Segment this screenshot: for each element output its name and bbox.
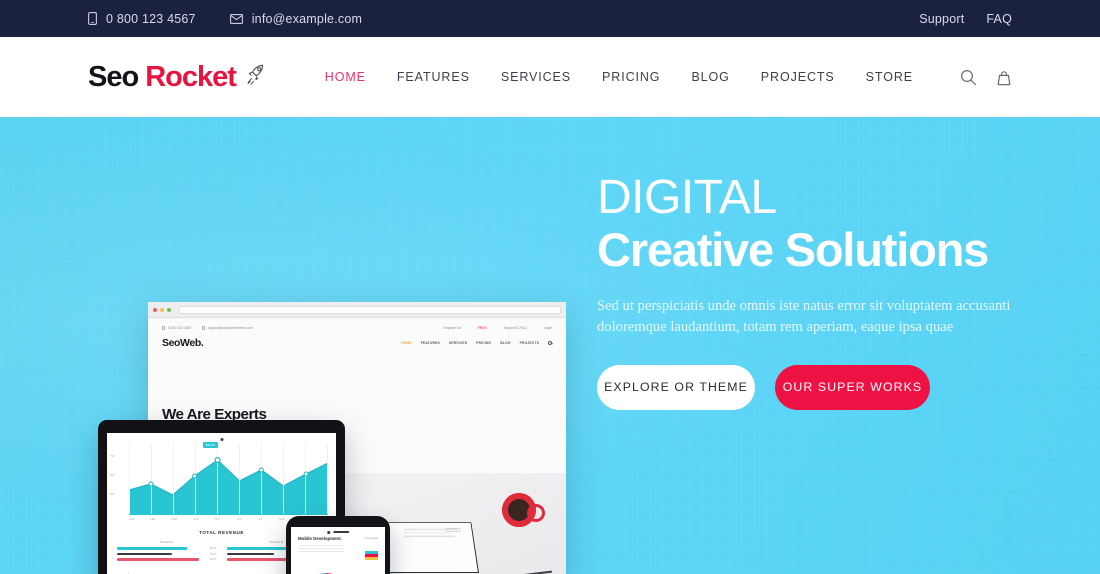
inner-login-link: Login [543,326,552,330]
explore-theme-button[interactable]: EXPLORE OR THEME [597,364,755,410]
inner-nav-projects: PROJECTS [519,341,539,345]
hero-content: DIGITAL Creative Solutions Sed ut perspi… [597,173,1037,410]
inner-phone-contact: 0 800 123 4567 [162,326,192,330]
area-chart-plot: $68,452 [128,442,329,515]
browser-address-bar[interactable] [179,305,561,314]
inner-topbar-links: Register for FREE Support & FAQ Login [443,326,552,330]
nav-item-store[interactable]: STORE [866,70,913,84]
inner-phone-text: 0 800 123 4567 [168,326,192,330]
hero-cta-row: EXPLORE OR THEME OUR SUPER WORKS [597,364,1037,410]
header-icons [960,69,1012,86]
inner-email-text: support@seoconfthemes.com [207,326,253,330]
area-x-tick-5: JUN [236,518,242,521]
browser-close-dot [153,307,157,312]
main-navigation: HOME FEATURES SERVICES PRICING BLOG PROJ… [325,69,1012,86]
top-bar-contacts: 0 800 123 4567 info@example.com [88,12,362,26]
phone-contact[interactable]: 0 800 123 4567 [88,12,196,26]
coffee-cup [502,493,545,527]
area-chart-y-labels: 75k 50k 25k [110,447,115,504]
phone-corner-label: Free Usage [364,537,378,540]
logo-text-rocket: Rocket [145,60,237,93]
inner-nav-blog: BLOG [500,341,511,345]
site-logo[interactable]: Seo Rocket [88,61,268,94]
site-header: Seo Rocket HOME FEATURES SERVICES PRICING… [0,37,1100,117]
inner-nav-home: HOME [401,341,412,345]
top-bar-links: Support FAQ [919,12,1012,26]
phone-screen: Mobile Development. Free Usage ✕Statisti… [291,527,385,574]
area-x-tick-7: AUG [279,518,285,521]
area-y-tick-2: 25k [110,492,115,496]
inner-email-contact: support@seoconfthemes.com [201,326,253,330]
nav-item-services[interactable]: SERVICES [501,70,571,84]
inner-topbar: 0 800 123 4567 support@seoconfthemes.com… [148,318,566,330]
area-y-tick-1: 50k [110,473,115,477]
browser-chrome-bar [148,302,566,318]
envelope-icon [229,13,243,24]
product-a-column: Product A $5322 $3711 $6828 [117,540,217,564]
area-x-tick-0: JAN [129,518,134,521]
inner-phone-icon [162,326,165,330]
area-x-tick-1: FEB [150,518,156,521]
area-x-tick-2: MAR [171,518,178,521]
laptop-button [445,527,461,532]
nav-item-blog[interactable]: BLOG [691,70,729,84]
hero-section: 0 800 123 4567 support@seoconfthemes.com… [0,117,1100,574]
inner-support-link: Support & FAQ [503,326,527,330]
top-bar: 0 800 123 4567 info@example.com Support … [0,0,1100,37]
product-a-value-3: $6828 [209,558,217,561]
inner-navigation: HOME FEATURES SERVICES PRICING BLOG PROJ… [401,341,552,345]
hero-mockup-composition: 0 800 123 4567 support@seoconfthemes.com… [98,302,566,574]
nav-item-home[interactable]: HOME [325,70,366,84]
inner-logo: SeoWeb. [162,337,204,349]
email-contact[interactable]: info@example.com [229,11,363,26]
rocket-icon [246,61,268,94]
area-x-tick-6: JUL [258,518,263,521]
product-a-bar-1: $5322 [117,547,217,550]
phone-speaker [327,531,349,534]
area-chart-points [148,457,309,487]
area-chart: 75k 50k 25k $68,452 JAN FEB MAR APR MAY … [107,433,336,521]
inner-nav-pricing: PRICING [476,341,492,345]
area-chart-tooltip: $68,452 [202,442,219,448]
nav-item-features[interactable]: FEATURES [397,70,470,84]
email-address: info@example.com [251,11,363,26]
hero-paragraph: Sed ut perspiciatis unde omnis iste natu… [597,298,1011,335]
hero-title-line-1: DIGITAL [597,171,777,224]
logo-text-seo: Seo [88,60,139,93]
shopping-bag-icon[interactable] [996,69,1012,86]
inner-search-icon [548,341,552,345]
search-icon[interactable] [960,69,977,86]
phone-color-flag [365,551,378,560]
nav-item-pricing[interactable]: PRICING [602,70,660,84]
product-a-value-1: $5322 [209,547,217,550]
area-x-tick-3: APR [193,518,199,521]
inner-envelope-icon [201,326,205,330]
product-a-value-2: $3711 [210,552,217,556]
support-link[interactable]: Support [919,12,964,26]
faq-link[interactable]: FAQ [986,12,1012,26]
inner-register-free: FREE [477,326,487,330]
inner-nav-services: SERVICES [448,341,468,345]
nav-item-projects[interactable]: PROJECTS [761,70,835,84]
mobile-phone-icon [88,12,97,25]
browser-minimize-dot [160,307,164,312]
super-works-button[interactable]: OUR SUPER WORKS [775,364,930,410]
inner-header: SeoWeb. HOME FEATURES SERVICES PRICING B… [148,330,566,349]
area-x-tick-4: MAY [215,518,221,521]
phone-number: 0 800 123 4567 [106,11,196,26]
browser-maximize-dot [167,307,171,312]
inner-register-label: Register for [443,326,461,330]
inner-nav-features: FEATURES [420,341,440,345]
product-a-bar-2: $3711 [117,553,217,556]
product-a-bar-3: $6828 [117,558,217,561]
product-a-label: Product A [160,540,174,544]
hero-title-line-2: Creative Solutions [597,222,989,276]
area-y-tick-0: 75k [110,454,115,458]
phone-mockup: Mobile Development. Free Usage ✕Statisti… [286,516,390,574]
